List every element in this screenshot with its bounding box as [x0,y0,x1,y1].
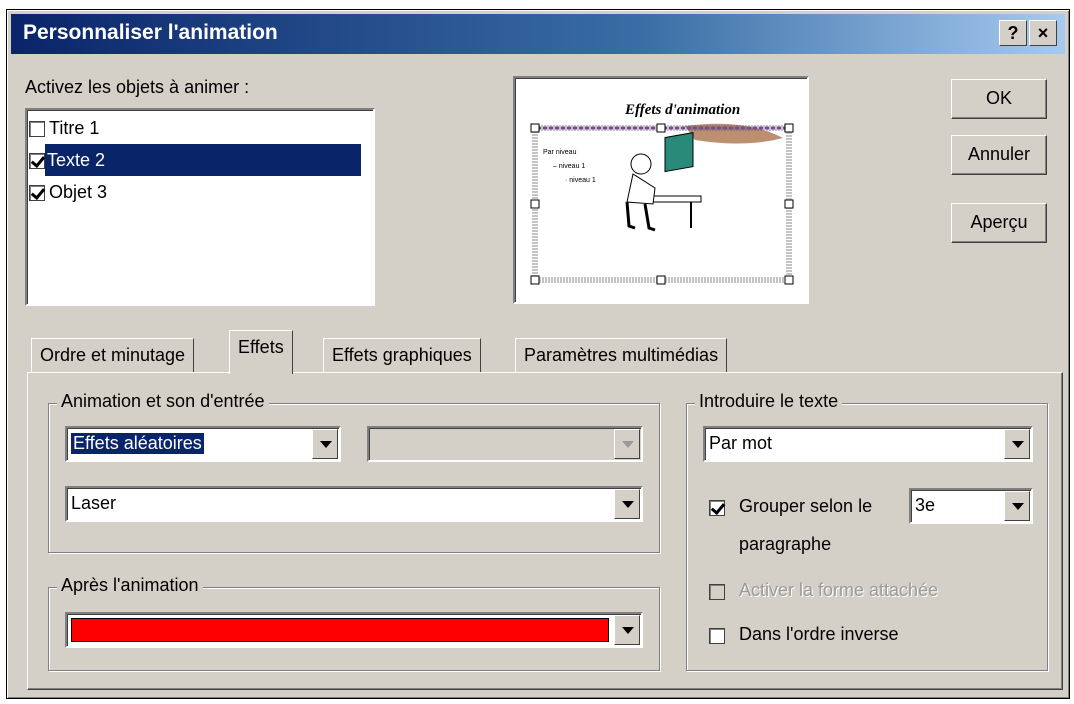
cancel-button[interactable]: Annuler [951,135,1047,175]
preview-bullet-2: – niveau 1 [553,163,585,170]
reverse-order-checkbox[interactable] [709,628,725,644]
text-intro-group-title: Introduire le texte [695,391,843,412]
preview-bullet-3: · niveau 1 [565,177,596,184]
dialog-window: Personnaliser l'animation ? × Activez le… [6,9,1070,699]
slide-preview: Effets d'animation Par niveau – niveau 1… [513,76,809,304]
object-item-1[interactable]: Titre 1 [29,112,99,144]
help-button[interactable]: ? [999,20,1027,46]
attach-shape-label: Activer la forme attachée [739,580,939,600]
entry-sound-select[interactable]: Laser [65,486,643,522]
reverse-order-label: Dans l'ordre inverse [739,624,899,644]
entry-group: Animation et son d'entrée Effets aléatoi… [48,391,660,553]
ok-button[interactable]: OK [951,79,1047,119]
handle [530,275,540,285]
after-group: Après l'animation [48,575,660,671]
group-by-level-value: 3e [915,495,936,515]
after-group-title: Après l'animation [57,575,203,596]
text-intro-mode-select[interactable]: Par mot [703,426,1033,462]
object-item-3[interactable]: Objet 3 [29,176,107,208]
object-checkbox-1[interactable] [29,121,45,138]
handle [656,123,666,133]
tab-ordre-minutage[interactable]: Ordre et minutage [31,338,195,372]
tab-panel-effets: Animation et son d'entrée Effets aléatoi… [27,372,1063,690]
handle [656,275,666,285]
slide-thumbnail: Effets d'animation Par niveau – niveau 1… [530,102,794,285]
preview-slide-title: Effets d'animation [624,102,740,118]
object-label-3: Objet 3 [49,182,108,202]
chevron-down-icon[interactable] [1004,429,1030,459]
attach-shape-checkbox [709,584,725,600]
chevron-down-icon[interactable] [312,429,338,459]
handle [530,123,540,133]
handle [784,199,794,209]
entry-effect-select[interactable]: Effets aléatoires [65,426,341,462]
close-button[interactable]: × [1029,20,1057,46]
objects-label: Activez les objets à animer : [25,77,250,97]
text-intro-group: Introduire le texte Par mot Grouper selo… [686,391,1048,671]
color-swatch [71,618,609,642]
title-bar: Personnaliser l'animation ? × [11,14,1065,54]
chevron-down-icon[interactable] [614,489,640,519]
object-checkbox-2[interactable] [29,153,45,170]
paragraph-label: paragraphe [739,534,832,554]
dialog-title: Personnaliser l'animation [23,21,278,44]
tab-parametres-multimedias[interactable]: Paramètres multimédias [515,338,728,372]
chevron-down-icon[interactable] [1004,491,1030,521]
after-color-select[interactable] [65,612,643,648]
tab-effets-graphiques[interactable]: Effets graphiques [323,338,481,372]
object-label-2: Texte 2 [45,144,361,176]
object-item-2[interactable]: Texte 2 [27,144,373,176]
group-by-level-select[interactable]: 3e [909,488,1033,524]
preview-button[interactable]: Aperçu [951,203,1047,243]
entry-group-title: Animation et son d'entrée [57,391,269,412]
chevron-down-icon[interactable] [614,615,640,645]
preview-bullet-1: Par niveau [543,149,577,156]
group-by-checkbox[interactable] [709,500,725,516]
entry-direction-select [367,426,643,462]
objects-listbox[interactable]: Titre 1 Texte 2 Objet 3 [25,108,375,306]
handle [784,275,794,285]
object-label-1: Titre 1 [49,118,100,138]
entry-effect-value: Effets aléatoires [70,432,205,455]
handle [784,123,794,133]
tab-effets[interactable]: Effets [229,330,293,374]
entry-sound-value: Laser [71,493,117,513]
text-intro-mode-value: Par mot [709,433,773,453]
handle [530,199,540,209]
computer-user-clipart-icon [625,132,702,232]
object-checkbox-3[interactable] [29,185,45,202]
group-by-label: Grouper selon le [739,496,873,516]
chevron-down-icon [614,429,640,459]
